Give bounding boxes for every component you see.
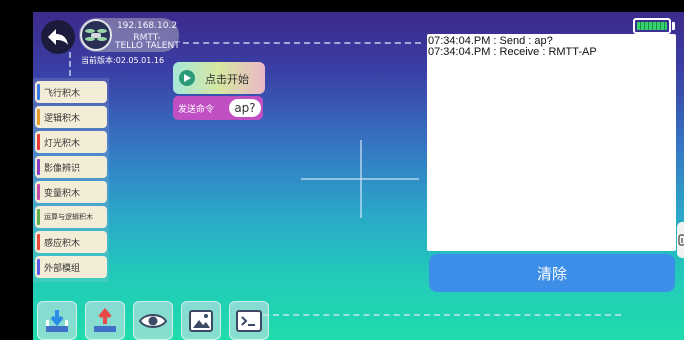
- category-light[interactable]: 灯光积木: [35, 131, 107, 153]
- category-variable[interactable]: 变量积木: [35, 181, 107, 203]
- download-icon: [46, 309, 68, 332]
- send-command-input[interactable]: ap?: [229, 99, 261, 117]
- category-operator[interactable]: 运算与逻辑积木: [35, 206, 107, 228]
- dashed-guide-bottom: [263, 314, 621, 316]
- terminal-icon: [236, 309, 262, 332]
- image-button[interactable]: [181, 301, 221, 340]
- device-name-line2: TELLO TALENT: [115, 41, 180, 51]
- upload-icon: [94, 307, 116, 332]
- block-category-list: 飞行积木 逻辑积木 灯光积木 影像辨识 变量积木 运算与逻辑积木 感应积木 外部…: [33, 78, 109, 282]
- category-label: 逻辑积木: [44, 113, 81, 124]
- clear-button[interactable]: 清除: [429, 254, 675, 292]
- preview-button[interactable]: [133, 301, 173, 340]
- category-color-bar: [37, 109, 40, 125]
- category-color-bar: [37, 159, 40, 175]
- download-button[interactable]: [37, 301, 77, 340]
- info-tab[interactable]: [677, 222, 684, 258]
- crosshair-vertical: [360, 140, 362, 218]
- category-vision[interactable]: 影像辨识: [35, 156, 107, 178]
- category-sensor[interactable]: 感应积木: [35, 231, 107, 253]
- category-label: 运算与逻辑积木: [44, 213, 93, 221]
- drone-icon: [80, 19, 112, 51]
- back-button[interactable]: [41, 20, 75, 54]
- start-block[interactable]: 点击开始: [173, 62, 265, 94]
- play-icon: [179, 70, 195, 86]
- category-logic[interactable]: 逻辑积木: [35, 106, 107, 128]
- image-icon: [189, 309, 213, 332]
- category-color-bar: [37, 234, 40, 250]
- category-label: 变量积木: [44, 188, 81, 199]
- category-label: 感应积木: [44, 238, 81, 249]
- battery-level: [637, 22, 667, 30]
- device-info[interactable]: 192.168.10.2 RMTT- TELLO TALENT: [79, 18, 180, 52]
- info-icon: [678, 234, 684, 246]
- app-canvas: 192.168.10.2 RMTT- TELLO TALENT 当前版本:02.…: [33, 12, 684, 340]
- dashed-guide-left: [69, 52, 71, 76]
- category-color-bar: [37, 209, 40, 225]
- category-color-bar: [37, 259, 40, 275]
- console-log-panel[interactable]: 07:34:04.PM : Send : ap? 07:34:04.PM : R…: [427, 34, 676, 251]
- firmware-version: 当前版本:02.05.01.16: [81, 56, 165, 65]
- category-label: 外部模组: [44, 263, 81, 274]
- dashed-guide-top: [183, 42, 421, 44]
- send-command-block[interactable]: 发送命令 ap?: [173, 96, 263, 120]
- eye-icon: [139, 313, 167, 328]
- log-line: 07:34:04.PM : Receive : RMTT-AP: [428, 46, 597, 58]
- category-color-bar: [37, 84, 40, 100]
- send-command-label: 发送命令: [178, 105, 215, 115]
- device-frame: 192.168.10.2 RMTT- TELLO TALENT 当前版本:02.…: [0, 0, 684, 340]
- device-ip: 192.168.10.2: [116, 21, 178, 31]
- upload-button[interactable]: [85, 301, 125, 340]
- terminal-button[interactable]: [229, 301, 269, 340]
- category-label: 影像辨识: [44, 163, 81, 174]
- category-label: 灯光积木: [44, 138, 81, 149]
- category-flight[interactable]: 飞行积木: [35, 81, 107, 103]
- category-external[interactable]: 外部模组: [35, 256, 107, 278]
- battery-icon: [633, 18, 671, 34]
- category-label: 飞行积木: [44, 88, 81, 99]
- category-color-bar: [37, 184, 40, 200]
- start-block-label: 点击开始: [205, 73, 249, 86]
- battery-tip: [672, 22, 675, 30]
- category-color-bar: [37, 134, 40, 150]
- back-arrow-icon: [48, 29, 68, 45]
